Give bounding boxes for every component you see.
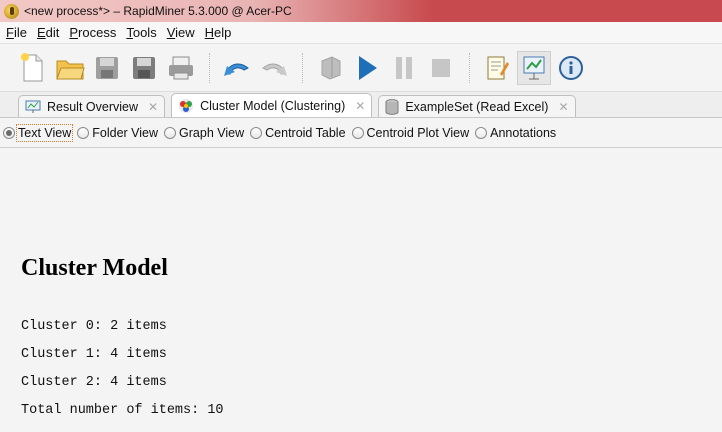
toolbar-separator xyxy=(209,52,212,83)
view-folder-label: Folder View xyxy=(92,125,159,140)
menu-file-label: ile xyxy=(13,25,27,40)
pause-icon xyxy=(396,56,412,79)
stop-all-icon xyxy=(321,55,341,80)
radio-button[interactable] xyxy=(475,126,488,139)
menu-process[interactable]: Process xyxy=(69,25,116,40)
menu-help[interactable]: Help xyxy=(205,25,232,40)
page-title: Cluster Model xyxy=(21,255,168,281)
main-toolbar xyxy=(0,44,722,92)
cluster-model-icon xyxy=(178,98,194,114)
menu-view-label: iew xyxy=(175,25,195,40)
menu-file-mnemonic: F xyxy=(6,25,14,40)
view-centroid-table-label: Centroid Table xyxy=(265,125,346,140)
close-icon[interactable]: ✕ xyxy=(148,100,158,114)
save-button[interactable] xyxy=(90,51,124,85)
tab-exampleset-label: ExampleSet (Read Excel) xyxy=(405,99,549,114)
radio-button[interactable] xyxy=(351,126,364,139)
open-button[interactable] xyxy=(53,51,87,85)
design-perspective-button[interactable] xyxy=(480,51,514,85)
radio-button[interactable] xyxy=(3,126,15,139)
new-process-icon xyxy=(21,52,43,81)
view-centroid-plot[interactable]: Centroid Plot View xyxy=(351,125,470,140)
radio-button[interactable] xyxy=(77,126,90,139)
menu-edit-mnemonic: E xyxy=(36,25,46,40)
save-icon xyxy=(96,56,118,79)
toolbar-separator xyxy=(469,52,472,83)
cluster-line: Cluster 0: 2 items xyxy=(21,319,167,334)
menu-bar: File Edit Process Tools View Help xyxy=(0,22,722,44)
menu-help-label: elp xyxy=(214,25,232,40)
results-perspective-button[interactable] xyxy=(517,50,551,85)
menu-help-mnemonic: H xyxy=(204,25,215,40)
pause-button[interactable] xyxy=(387,51,421,85)
design-perspective-icon xyxy=(487,56,509,79)
view-centroid-plot-label: Centroid Plot View xyxy=(366,125,470,140)
view-graph-label: Graph View xyxy=(179,125,245,140)
run-icon xyxy=(359,55,377,80)
stop-all-button[interactable] xyxy=(313,51,347,85)
tab-cluster-model[interactable]: Cluster Model (Clustering) ✕ xyxy=(171,93,373,117)
tab-cluster-model-label: Cluster Model (Clustering) xyxy=(200,98,346,113)
info-icon xyxy=(559,55,583,80)
title-bar: <new process*> – RapidMiner 5.3.000 @ Ac… xyxy=(0,0,722,22)
result-overview-icon xyxy=(25,100,41,114)
view-text-label: Text View xyxy=(15,123,74,142)
result-tabs: Result Overview ✕ Cluster Model (Cluster… xyxy=(0,92,722,118)
view-text[interactable]: Text View xyxy=(3,123,74,142)
view-annotations[interactable]: Annotations xyxy=(475,126,556,140)
print-button[interactable] xyxy=(164,51,198,85)
results-perspective-icon xyxy=(523,56,545,79)
close-icon[interactable]: ✕ xyxy=(355,99,365,113)
close-icon[interactable]: ✕ xyxy=(558,100,568,114)
stop-button[interactable] xyxy=(424,51,458,85)
radio-button[interactable] xyxy=(164,126,177,139)
window-title: <new process*> – RapidMiner 5.3.000 @ Ac… xyxy=(24,4,292,18)
menu-view-mnemonic: V xyxy=(166,25,176,40)
menu-edit-label: dit xyxy=(45,25,60,40)
new-process-button[interactable] xyxy=(16,51,50,85)
menu-edit[interactable]: Edit xyxy=(37,25,59,40)
undo-icon xyxy=(224,63,249,76)
redo-button[interactable] xyxy=(257,51,291,85)
menu-process-mnemonic: P xyxy=(69,25,79,40)
toolbar-separator xyxy=(302,52,305,83)
tab-exampleset[interactable]: ExampleSet (Read Excel) ✕ xyxy=(378,95,576,117)
menu-tools-label: ools xyxy=(132,25,157,40)
menu-process-label: rocess xyxy=(78,25,117,40)
view-mode-bar: Text View Folder View Graph View Centroi… xyxy=(0,118,722,148)
tab-result-overview[interactable]: Result Overview ✕ xyxy=(18,95,166,117)
view-annotations-label: Annotations xyxy=(490,125,557,140)
cluster-line: Cluster 2: 4 items xyxy=(21,375,167,390)
result-content: Cluster Model Cluster 0: 2 items Cluster… xyxy=(0,213,722,432)
total-items-line: Total number of items: 10 xyxy=(21,403,224,418)
redo-icon xyxy=(262,63,287,76)
save-as-icon xyxy=(133,56,155,79)
undo-button[interactable] xyxy=(220,51,254,85)
view-centroid-table[interactable]: Centroid Table xyxy=(250,125,346,140)
cluster-line: Cluster 1: 4 items xyxy=(21,347,167,362)
menu-file[interactable]: File xyxy=(6,25,27,40)
cluster-summary: Cluster 0: 2 items Cluster 1: 4 items Cl… xyxy=(21,313,224,425)
open-folder-icon xyxy=(56,60,85,79)
database-icon xyxy=(385,98,399,115)
rapidminer-logo-icon xyxy=(4,3,19,19)
view-graph[interactable]: Graph View xyxy=(164,126,244,140)
print-icon xyxy=(169,56,193,79)
app-window: <new process*> – RapidMiner 5.3.000 @ Ac… xyxy=(0,0,722,432)
tab-result-overview-label: Result Overview xyxy=(47,99,138,114)
menu-tools[interactable]: Tools xyxy=(126,25,156,40)
view-folder[interactable]: Folder View xyxy=(77,126,158,140)
stop-icon xyxy=(432,58,450,77)
run-button[interactable] xyxy=(350,51,384,85)
menu-view[interactable]: View xyxy=(167,25,195,40)
save-as-button[interactable] xyxy=(127,51,161,85)
radio-button[interactable] xyxy=(250,126,263,139)
info-button[interactable] xyxy=(554,51,588,85)
